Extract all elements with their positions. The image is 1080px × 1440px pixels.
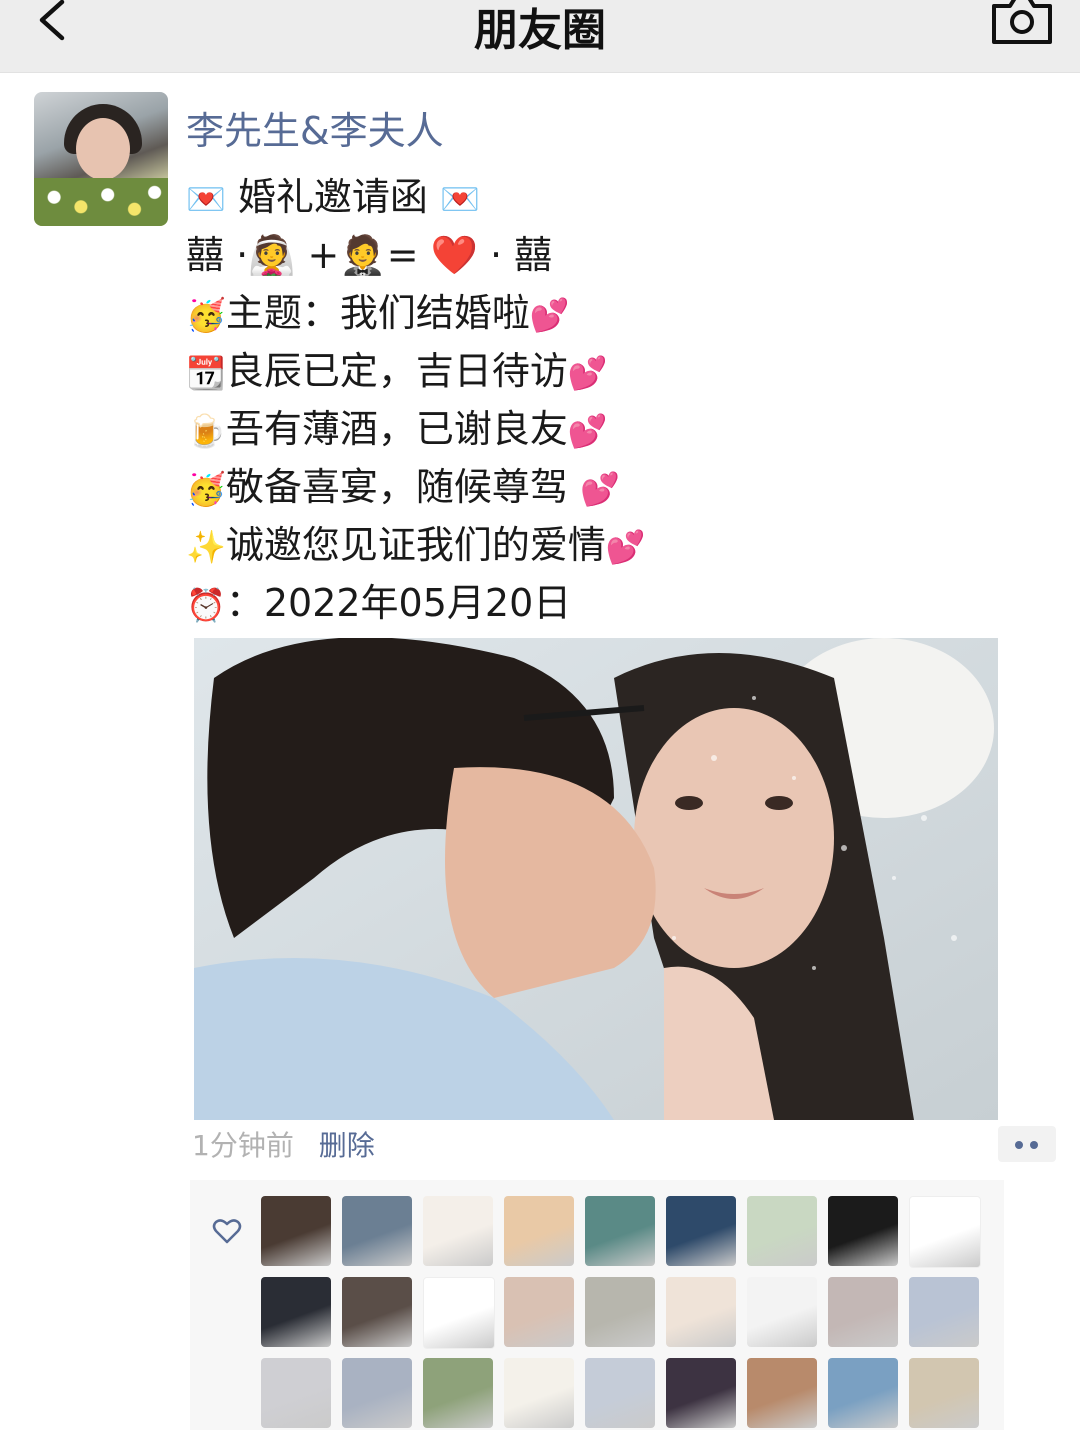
liker-avatar[interactable] (585, 1358, 655, 1428)
delete-link[interactable]: 删除 (319, 1129, 375, 1162)
post-line: 囍 ·👰 +🤵= ❤️ · 囍 (186, 226, 646, 284)
emoji-icon: ✨ (186, 528, 226, 566)
liker-avatar[interactable] (666, 1358, 736, 1428)
liker-avatar[interactable] (261, 1358, 331, 1428)
emoji-icon: 💕 (567, 412, 608, 450)
avatar-face (76, 118, 130, 180)
liker-avatar[interactable] (261, 1196, 331, 1266)
emoji-icon: 💕 (579, 470, 620, 508)
camera-icon[interactable] (990, 0, 1054, 44)
emoji-icon: 💌 (440, 180, 480, 218)
emoji-icon: 💌 (186, 180, 226, 218)
liker-avatar[interactable] (828, 1358, 898, 1428)
liker-avatar[interactable] (342, 1277, 412, 1347)
more-actions-button[interactable] (998, 1126, 1056, 1162)
author-name[interactable]: 李先生&李夫人 (186, 100, 444, 155)
liker-avatar[interactable] (504, 1358, 574, 1428)
post-line: ⏰：2022年05月20日 (186, 574, 646, 632)
avatar-flowers (34, 178, 168, 226)
liker-avatar[interactable] (828, 1277, 898, 1347)
liker-avatar[interactable] (504, 1196, 574, 1266)
liker-avatar[interactable] (342, 1196, 412, 1266)
post-line-text: 吾有薄酒，已谢良友 (225, 407, 568, 451)
emoji-icon: 🍺 (186, 412, 226, 450)
liker-avatar[interactable] (666, 1277, 736, 1347)
liker-avatar[interactable] (909, 1358, 979, 1428)
emoji-icon: 💕 (567, 354, 608, 392)
post-time: 1分钟前 (192, 1129, 294, 1162)
page-title: 朋友圈 (474, 5, 606, 56)
post-line-text: ：2022年05月20日 (225, 581, 572, 625)
emoji-icon: 💕 (605, 528, 646, 566)
liker-avatar[interactable] (666, 1196, 736, 1266)
liker-avatar[interactable] (909, 1277, 979, 1347)
couple-photo-illustration (194, 638, 998, 1120)
emoji-icon: 💕 (529, 296, 570, 334)
liker-avatar[interactable] (423, 1277, 495, 1349)
liker-avatar[interactable] (747, 1358, 817, 1428)
liker-avatar[interactable] (423, 1196, 493, 1266)
liker-avatar[interactable] (504, 1277, 574, 1347)
dot-icon (1015, 1141, 1023, 1149)
post-photo[interactable] (194, 638, 998, 1120)
nav-bar: 朋友圈 (0, 0, 1080, 73)
liker-avatar[interactable] (747, 1277, 817, 1347)
liker-avatar[interactable] (828, 1196, 898, 1266)
liker-avatar[interactable] (423, 1358, 493, 1428)
dot-icon (1030, 1141, 1038, 1149)
author-avatar[interactable] (34, 92, 168, 226)
post-line: ✨诚邀您见证我们的爱情💕 (186, 516, 646, 574)
post-meta: 1分钟前 删除 (192, 1126, 375, 1166)
heart-outline-icon (212, 1219, 242, 1244)
liker-avatar[interactable] (747, 1196, 817, 1266)
liker-avatar[interactable] (585, 1196, 655, 1266)
post-line-text: 诚邀您见证我们的爱情 (225, 523, 606, 567)
emoji-icon: 🥳 (186, 470, 226, 508)
post-line-text: 主题：我们结婚啦 (225, 291, 530, 335)
emoji-icon: ⏰ (186, 586, 226, 624)
liker-avatar[interactable] (585, 1277, 655, 1347)
post-line-text: 良辰已定，吉日待访 (225, 349, 568, 393)
liker-avatar[interactable] (342, 1358, 412, 1428)
liker-avatar[interactable] (261, 1277, 331, 1347)
emoji-icon: 📆 (186, 354, 226, 392)
post-line: 🥳主题：我们结婚啦💕 (186, 284, 646, 342)
post-line-text: 囍 ·👰 +🤵= ❤️ · 囍 (186, 233, 553, 277)
post-line-text: 敬备喜宴，随候尊驾 (225, 465, 580, 509)
post-line-text: 婚礼邀请函 (225, 175, 441, 219)
emoji-icon: 🥳 (186, 296, 226, 334)
post-text: 💌 婚礼邀请函 💌 囍 ·👰 +🤵= ❤️ · 囍 🥳主题：我们结婚啦💕 📆良辰已定，… (186, 168, 646, 632)
post-line: 💌 婚礼邀请函 💌 (186, 168, 646, 226)
post-line: 🥳敬备喜宴，随候尊驾 💕 (186, 458, 646, 516)
likes-panel (190, 1180, 1004, 1430)
liker-avatar[interactable] (909, 1196, 981, 1268)
post-line: 📆良辰已定，吉日待访💕 (186, 342, 646, 400)
post-line: 🍺吾有薄酒，已谢良友💕 (186, 400, 646, 458)
